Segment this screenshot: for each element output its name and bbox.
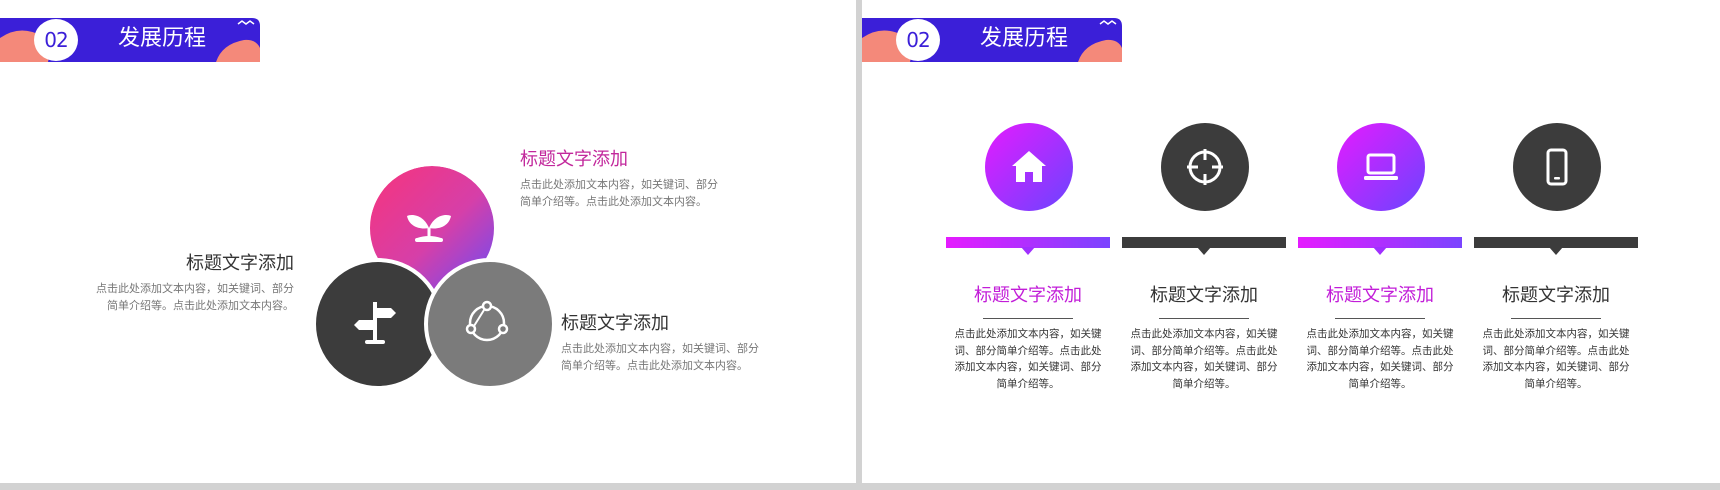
icon-circle	[1513, 123, 1601, 211]
text-block-right: 标题文字添加 点击此处添加文本内容，如关键词、部分简单介绍等。点击此处添加文本内…	[561, 312, 761, 374]
section-number-badge: 02	[896, 19, 940, 61]
block-title: 标题文字添加	[186, 253, 294, 274]
section-banner: 02 发展历程	[0, 18, 260, 62]
column-desc: 点击此处添加文本内容，如关键词、部分简单介绍等。点击此处添加文本内容，如关键词、…	[1306, 328, 1454, 390]
text-block-left: 标题文字添加 点击此处添加文本内容，如关键词、部分简单介绍等。点击此处添加文本内…	[88, 252, 294, 314]
icon-circle	[1161, 123, 1249, 211]
timeline-pointer	[1549, 247, 1563, 255]
signpost-icon	[354, 302, 396, 344]
icon-circle	[1337, 123, 1425, 211]
section-title: 发展历程	[118, 26, 207, 51]
column-desc: 点击此处添加文本内容，如关键词、部分简单介绍等。点击此处添加文本内容，如关键词、…	[954, 328, 1102, 390]
column-desc: 点击此处添加文本内容，如关键词、部分简单介绍等。点击此处添加文本内容，如关键词、…	[1482, 328, 1630, 390]
block-desc: 点击此处添加文本内容，如关键词、部分简单介绍等。点击此处添加文本内容。	[520, 178, 718, 208]
section-banner: 02 发展历程	[862, 18, 1122, 62]
sprout-icon	[407, 215, 451, 242]
network-icon	[465, 300, 509, 342]
column-divider	[1511, 318, 1601, 319]
slide-1: 02 发展历程 标题文字添加 点击此处添加文本内容，如关键词、部分简单介绍等。点…	[0, 0, 856, 483]
column-divider	[1159, 318, 1249, 319]
section-number-badge: 02	[34, 19, 78, 61]
block-title: 标题文字添加	[520, 149, 628, 170]
column-desc: 点击此处添加文本内容，如关键词、部分简单介绍等。点击此处添加文本内容，如关键词、…	[1130, 328, 1278, 390]
laptop-icon	[1364, 153, 1398, 180]
block-desc: 点击此处添加文本内容，如关键词、部分简单介绍等。点击此处添加文本内容。	[561, 342, 759, 372]
column-title: 标题文字添加	[1502, 285, 1610, 306]
timeline-pointer	[1197, 247, 1211, 255]
text-block-top: 标题文字添加 点击此处添加文本内容，如关键词、部分简单介绍等。点击此处添加文本内…	[520, 148, 720, 210]
column-divider	[983, 318, 1073, 319]
icon-circle	[985, 123, 1073, 211]
block-title: 标题文字添加	[561, 313, 669, 334]
column-title: 标题文字添加	[974, 285, 1082, 306]
column-divider	[1335, 318, 1425, 319]
slide-2: 02 发展历程 标题文字添加 点击此处添加文本内容，如关键词、部分简单介绍等。点…	[862, 0, 1720, 483]
home-icon	[1012, 151, 1046, 182]
column-title: 标题文字添加	[1326, 285, 1434, 306]
phone-icon	[1546, 148, 1568, 186]
column-title: 标题文字添加	[1150, 285, 1258, 306]
timeline-pointer	[1021, 247, 1035, 255]
block-desc: 点击此处添加文本内容，如关键词、部分简单介绍等。点击此处添加文本内容。	[96, 282, 294, 312]
timeline-pointer	[1373, 247, 1387, 255]
crosshair-icon	[1187, 149, 1223, 185]
section-title: 发展历程	[980, 26, 1069, 51]
